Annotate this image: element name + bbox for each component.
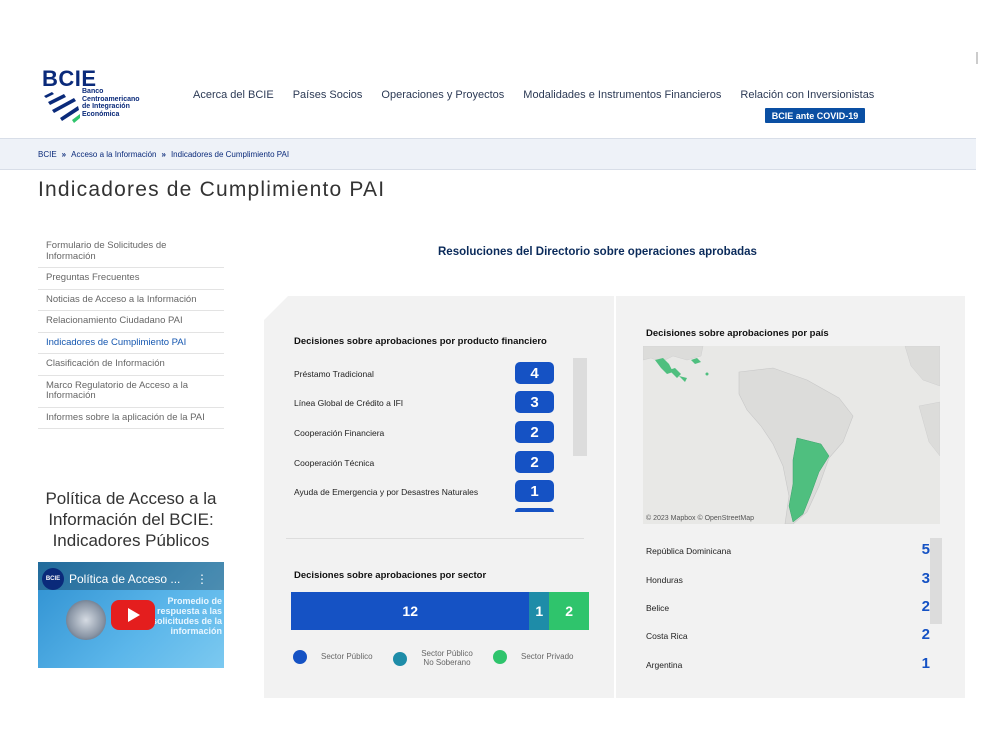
- legend-label: Sector Público No Soberano: [421, 649, 473, 667]
- nav-operaciones[interactable]: Operaciones y Proyectos: [381, 89, 504, 101]
- product-label: Ayuda de Emergencia y por Desastres Natu…: [294, 487, 479, 497]
- legend-item: Sector Privado: [493, 650, 573, 664]
- dashboard-heading: Resoluciones del Directorio sobre operac…: [438, 246, 757, 258]
- country-value: 3: [921, 570, 930, 587]
- product-list-scrollbar[interactable]: [573, 358, 587, 456]
- breadcrumb-home[interactable]: BCIE: [38, 150, 57, 159]
- video-heading: Política de Acceso a la Información del …: [45, 489, 217, 550]
- panel-divider: [614, 296, 616, 698]
- sidebar-item-clasificacion[interactable]: Clasificación de Información: [38, 354, 224, 376]
- sector-bar-segment: 12: [291, 592, 530, 630]
- dashboard-corner: [264, 296, 288, 320]
- product-value-badge: 4: [515, 362, 554, 384]
- play-icon[interactable]: [111, 600, 155, 630]
- nav-acerca[interactable]: Acerca del BCIE: [193, 89, 274, 101]
- product-value-badge: 1: [515, 480, 554, 502]
- legend-dot-privado: [493, 650, 507, 664]
- legend-label: Sector Privado: [521, 651, 574, 661]
- legend-item: Sector Público No Soberano: [393, 649, 477, 667]
- nav-paises[interactable]: Países Socios: [293, 89, 363, 101]
- breadcrumb-separator: »: [161, 149, 166, 159]
- legend-dot-no-soberano: [393, 651, 407, 666]
- breadcrumb: BCIE » Acceso a la Información » Indicad…: [0, 138, 976, 170]
- legend-item: Sector Público: [293, 650, 373, 664]
- product-value-badge: 2: [515, 451, 554, 473]
- sector-stacked-bar: 12 1 2: [291, 592, 589, 630]
- sidebar-item-marco[interactable]: Marco Regulatorio de Acceso a la Informa…: [38, 376, 224, 408]
- country-map[interactable]: © 2023 Mapbox © OpenStreetMap: [643, 346, 940, 524]
- site-header: BCIE Banco Centroamericano de Integració…: [0, 0, 1000, 138]
- sidebar-item-indicadores[interactable]: Indicadores de Cumplimiento PAI: [38, 333, 224, 354]
- bcie-logo[interactable]: BCIE Banco Centroamericano de Integració…: [42, 66, 152, 128]
- country-label: República Dominicana: [646, 546, 732, 556]
- main-nav: Acerca del BCIE Países Socios Operacione…: [193, 89, 893, 101]
- video-title[interactable]: Política de Acceso ...: [69, 572, 180, 586]
- country-label: Argentina: [646, 660, 683, 670]
- sidebar-item-relacionamiento[interactable]: Relacionamiento Ciudadano PAI: [38, 311, 224, 333]
- logo-subtitle: Banco Centroamericano de Integración Eco…: [82, 88, 140, 118]
- sector-bar-segment: 2: [549, 592, 589, 630]
- sidebar-item-informes[interactable]: Informes sobre la aplicación de la PAI: [38, 408, 224, 429]
- page-scrollbar[interactable]: [976, 52, 978, 64]
- country-label: Costa Rica: [646, 631, 688, 641]
- panel-hr: [286, 538, 584, 539]
- breadcrumb-separator: »: [61, 149, 67, 159]
- sidebar-menu: Formulario de Solicitudes de Información…: [38, 236, 224, 429]
- sector-bar-segment: 1: [529, 592, 550, 630]
- product-label: Cooperación Técnica: [294, 458, 375, 468]
- sidebar-item-formulario[interactable]: Formulario de Solicitudes de Información: [38, 236, 224, 268]
- country-value: 1: [921, 655, 930, 672]
- country-label: Honduras: [646, 575, 683, 585]
- channel-avatar[interactable]: BCIE: [42, 568, 64, 590]
- sidebar-item-preguntas[interactable]: Preguntas Frecuentes: [38, 268, 224, 290]
- product-label: Cooperación Financiera: [294, 428, 385, 438]
- breadcrumb-acceso[interactable]: Acceso a la Información: [71, 150, 156, 159]
- breadcrumb-current: Indicadores de Cumplimiento PAI: [170, 149, 290, 159]
- sidebar-item-noticias[interactable]: Noticias de Acceso a la Información: [38, 290, 224, 311]
- logo-stripes-icon: [44, 92, 80, 123]
- nav-inversionistas[interactable]: Relación con Inversionistas: [740, 89, 874, 101]
- country-value: 2: [921, 626, 930, 643]
- product-label: Línea Global de Crédito a IFI: [294, 398, 404, 408]
- legend-dot-publico: [293, 650, 307, 664]
- country-panel-title: Decisiones sobre aprobaciones por país: [646, 328, 829, 339]
- country-value: 2: [921, 598, 930, 615]
- country-label: Belice: [646, 603, 670, 613]
- nav-modalidades[interactable]: Modalidades e Instrumentos Financieros: [523, 89, 721, 101]
- product-badge-clipped: [515, 508, 554, 512]
- map-credit: © 2023 Mapbox © OpenStreetMap: [646, 515, 754, 522]
- product-panel-title: Decisiones sobre aprobaciones por produc…: [294, 336, 547, 347]
- product-label: Préstamo Tradicional: [294, 369, 374, 379]
- map-svg: [643, 346, 940, 524]
- more-options-icon[interactable]: ⋮: [196, 572, 208, 586]
- covid-button[interactable]: BCIE ante COVID-19: [765, 108, 865, 123]
- country-list-scrollbar[interactable]: [930, 538, 942, 624]
- country-value: 5: [921, 541, 930, 558]
- sector-panel-title: Decisiones sobre aprobaciones por sector: [294, 570, 487, 581]
- coins-illustration: [66, 600, 106, 640]
- youtube-video[interactable]: BCIE Política de Acceso ... ⋮ Promedio d…: [38, 562, 224, 668]
- product-value-badge: 2: [515, 421, 554, 443]
- page-title: Indicadores de Cumplimiento PAI: [38, 178, 386, 201]
- product-value-badge: 3: [515, 391, 554, 413]
- legend-label: Sector Público: [321, 651, 373, 661]
